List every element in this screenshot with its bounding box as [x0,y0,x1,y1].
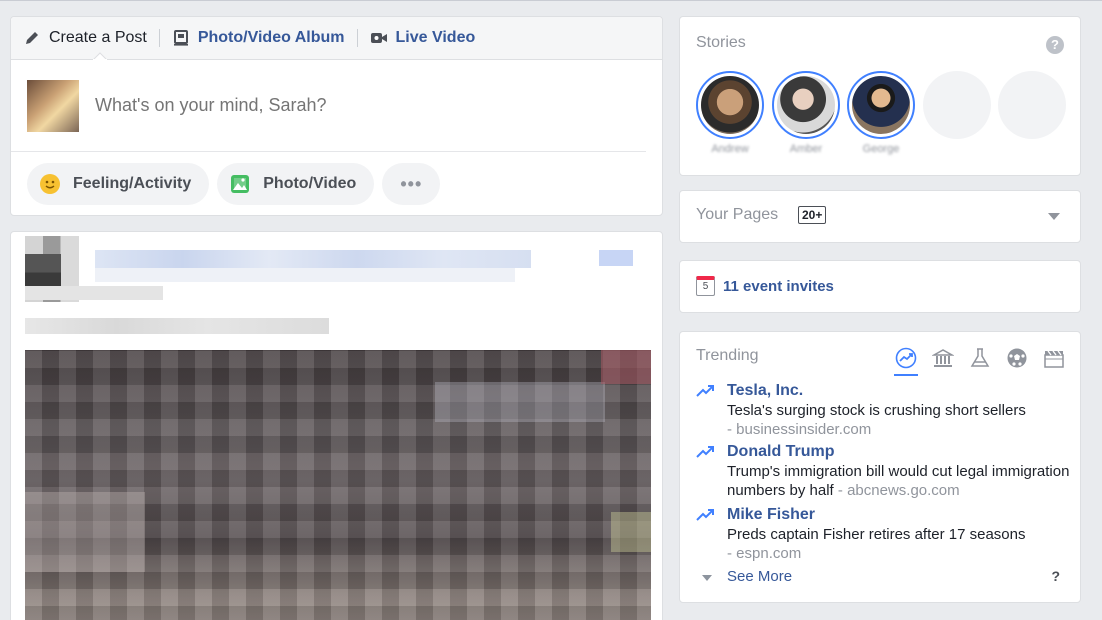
trending-source: - abcnews.go.com [837,482,960,499]
trending-source: - espn.com [727,545,802,562]
help-icon[interactable]: ? [1051,568,1060,584]
science-icon[interactable] [968,346,992,370]
post-image-highlight [435,382,605,422]
story-name: George [862,143,900,155]
trending-title: Trending [696,347,759,364]
trending-topic[interactable]: Tesla, Inc. [727,382,803,400]
trending-arrow-icon [696,509,714,521]
feeling-activity-button[interactable]: Feeling/Activity [27,163,210,205]
story-name: Amber [789,143,823,155]
tab-photo-video-album[interactable]: Photo/Video Album [172,17,357,60]
more-icon: ••• [400,173,423,194]
feed-post [10,231,663,620]
tab-live-video[interactable]: Live Video [370,17,488,60]
trending-description: Trump's immigration bill would cut legal… [727,463,1070,499]
post-composer: Create a Post Photo/Video Album Live Vid… [10,16,663,216]
story-name: Andrew [711,143,749,155]
trending-item[interactable]: Donald Trump Trump's immigration bill wo… [696,443,1071,503]
trending-panel: Trending Tesla, Inc. Tesla's surging sto… [679,331,1081,603]
composer-body [11,60,646,152]
help-icon[interactable]: ? [1046,36,1064,54]
story-placeholder [998,71,1066,139]
tab-separator [158,29,160,47]
post-image-highlight [25,492,145,572]
photo-video-button[interactable]: Photo/Video [217,163,375,205]
calendar-icon: 5 [696,276,715,296]
pages-count-badge: 20+ [798,206,827,224]
more-options-button[interactable]: ••• [382,163,441,205]
your-pages-title: Your Pages [696,206,779,223]
politics-icon[interactable] [931,346,955,370]
photo-icon [229,173,251,195]
post-input[interactable] [95,95,595,116]
trending-arrow-icon [696,446,714,458]
post-header-blur [95,268,515,282]
post-header-blur [599,250,633,266]
composer-actions: Feeling/Activity Photo/Video ••• [11,152,662,205]
post-image-highlight [611,512,651,552]
story-avatar[interactable] [772,71,840,139]
event-invites-link[interactable]: 11 event invites [723,278,834,295]
active-tab-notch [93,52,107,60]
smiley-icon [39,173,61,195]
album-icon [172,29,190,47]
post-text-blur [25,318,329,334]
post-image-highlight [601,350,651,384]
sports-icon[interactable] [1005,346,1029,370]
post-meta-blur [25,286,163,300]
story-avatar[interactable] [847,71,915,139]
trending-topic[interactable]: Mike Fisher [727,506,815,524]
entertainment-icon[interactable] [1042,346,1066,370]
trending-topic[interactable]: Donald Trump [727,443,835,461]
trending-arrow-icon [696,385,714,397]
trending-description: Preds captain Fisher retires after 17 se… [727,526,1026,562]
see-more-link[interactable]: See More [727,568,792,585]
trending-item[interactable]: Mike Fisher Preds captain Fisher retires… [696,506,1071,566]
trending-source: - businessinsider.com [727,421,872,438]
story-avatar[interactable] [696,71,764,139]
trending-category-tabs [894,346,1066,376]
avatar[interactable] [27,79,79,132]
post-header-blur [95,250,531,268]
stories-title: Stories [696,34,746,51]
trending-description: Tesla's surging stock is crushing short … [727,402,1026,438]
pencil-icon [23,29,41,47]
stories-panel: Stories ? Andrew Amber George [679,16,1081,176]
events-panel: 5 11 event invites [679,260,1081,313]
your-pages-panel[interactable]: Your Pages 20+ [679,190,1081,243]
video-camera-icon [370,29,388,47]
chevron-down-icon[interactable] [1048,213,1060,220]
top-border [0,0,1102,1]
tab-create-post[interactable]: Create a Post [23,17,159,60]
story-placeholder [923,71,991,139]
composer-tabs: Create a Post Photo/Video Album Live Vid… [11,17,662,60]
trending-icon[interactable] [894,346,918,376]
chevron-down-icon [702,575,712,581]
tab-separator [356,29,358,47]
trending-item[interactable]: Tesla, Inc. Tesla's surging stock is cru… [696,382,1071,440]
